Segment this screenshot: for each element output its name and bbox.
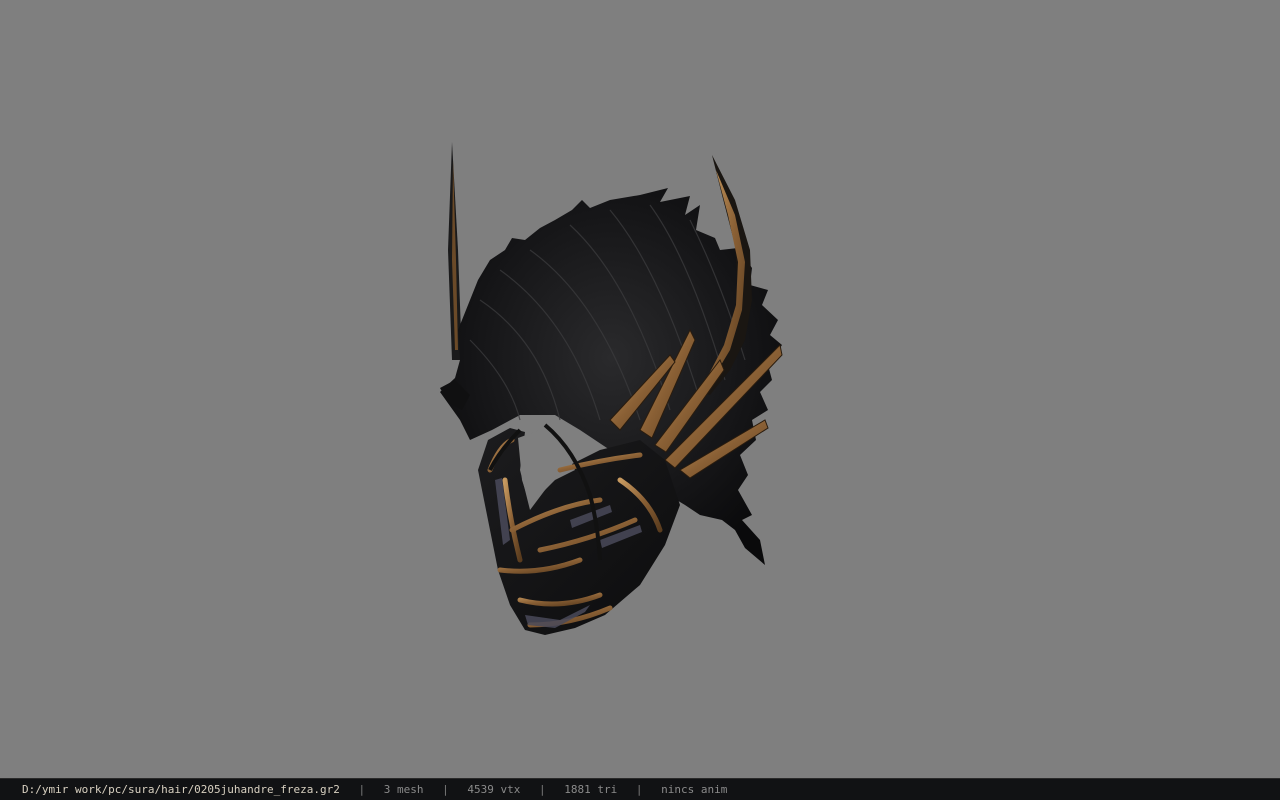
separator: |	[358, 783, 366, 796]
mesh-count: 3 mesh	[383, 783, 424, 796]
animation-status: nincs anim	[661, 783, 728, 796]
separator: |	[442, 783, 449, 796]
status-bar: D:/ymir work/pc/sura/hair/0205juhandre_f…	[0, 778, 1280, 800]
triangle-count: 1881 tri	[564, 783, 618, 796]
separator: |	[539, 783, 546, 796]
file-path: D:/ymir work/pc/sura/hair/0205juhandre_f…	[22, 783, 340, 796]
3d-viewport[interactable]	[0, 0, 1280, 778]
separator: |	[635, 783, 643, 796]
vertex-count: 4539 vtx	[467, 783, 521, 796]
model-render[interactable]	[0, 0, 1280, 778]
